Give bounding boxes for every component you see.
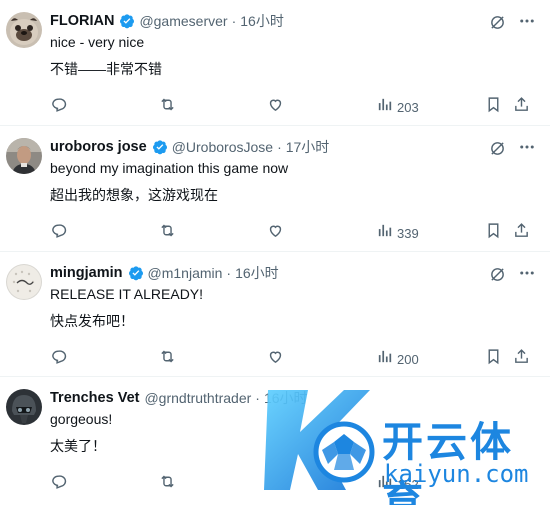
reply-icon (50, 473, 67, 495)
user-handle[interactable]: @UroborosJose (172, 139, 273, 155)
user-handle[interactable]: @m1njamin (148, 265, 223, 281)
tweet-text-translation: 太美了！ (50, 438, 106, 454)
grok-icon[interactable] (489, 266, 506, 283)
separator: · (231, 13, 237, 29)
tweet-header: mingjamin @m1njamin · 16小时 (50, 262, 279, 284)
display-name[interactable]: uroboros jose (50, 139, 147, 155)
bookmark-button[interactable] (485, 346, 502, 372)
like-button[interactable] (267, 94, 284, 120)
tweet-text: nice - very nice (50, 34, 145, 50)
views-icon (376, 96, 393, 118)
reply-button[interactable] (50, 220, 67, 246)
grok-icon[interactable] (489, 14, 506, 31)
retweet-icon (159, 222, 176, 244)
retweet-icon (159, 473, 176, 495)
views-icon (376, 473, 393, 495)
display-name[interactable]: mingjamin (50, 265, 123, 281)
tweet-feed: FLORIAN @gameserver · 16小时 nice - very n… (0, 0, 550, 505)
views-icon (376, 348, 393, 370)
avatar[interactable] (6, 264, 42, 300)
tweet-header: uroboros jose @UroborosJose · 17小时 (50, 136, 329, 158)
views-icon (376, 222, 393, 244)
views-count: 200 (397, 351, 419, 367)
share-icon (513, 348, 530, 370)
separator: · (255, 390, 260, 406)
tweet-text-translation: 快点发布吧！ (50, 313, 134, 329)
display-name[interactable]: Trenches Vet (50, 390, 139, 406)
reply-button[interactable] (50, 346, 67, 372)
views-button[interactable]: 200 (376, 346, 419, 372)
like-icon (267, 348, 284, 370)
timestamp[interactable]: 16小时 (264, 388, 308, 408)
tweet-actions: 203 (0, 94, 550, 120)
avatar[interactable] (6, 389, 42, 425)
like-button[interactable] (267, 220, 284, 246)
share-icon (513, 96, 530, 118)
verified-badge-icon (119, 13, 135, 29)
tweet-text: gorgeous! (50, 411, 113, 427)
like-icon (267, 96, 284, 118)
views-count: 339 (397, 225, 419, 241)
retweet-button[interactable] (159, 220, 176, 246)
views-count: 152 (397, 476, 419, 492)
share-button[interactable] (513, 346, 530, 372)
tweet[interactable]: Trenches Vet @grndtruthtrader · 16小时 gor… (0, 377, 550, 505)
bookmark-button[interactable] (485, 94, 502, 120)
avatar[interactable] (6, 138, 42, 174)
views-button[interactable]: 203 (376, 94, 419, 120)
reply-button[interactable] (50, 471, 67, 497)
retweet-icon (159, 96, 176, 118)
more-options-icon[interactable] (518, 138, 536, 156)
separator: · (226, 265, 232, 281)
tweet[interactable]: FLORIAN @gameserver · 16小时 nice - very n… (0, 0, 550, 126)
display-name[interactable]: FLORIAN (50, 13, 114, 29)
grok-icon[interactable] (489, 140, 506, 157)
tweet-text-translation: 超出我的想象，这游戏现在 (50, 187, 218, 203)
timestamp[interactable]: 16小时 (240, 11, 284, 31)
tweet-header: Trenches Vet @grndtruthtrader · 16小时 (50, 387, 308, 409)
views-count: 203 (397, 99, 419, 115)
timestamp[interactable]: 17小时 (286, 137, 330, 157)
share-button[interactable] (513, 94, 530, 120)
like-button[interactable] (267, 346, 284, 372)
reply-icon (50, 96, 67, 118)
tweet-actions: 152 (0, 471, 550, 497)
reply-icon (50, 222, 67, 244)
bookmark-icon (485, 96, 502, 118)
retweet-button[interactable] (159, 94, 176, 120)
more-options-icon[interactable] (518, 12, 536, 30)
separator: · (277, 139, 282, 155)
timestamp[interactable]: 16小时 (235, 263, 279, 283)
retweet-button[interactable] (159, 471, 176, 497)
tweet-actions: 339 (0, 220, 550, 246)
share-icon (513, 222, 530, 244)
share-button[interactable] (513, 220, 530, 246)
tweet-actions: 200 (0, 346, 550, 372)
user-handle[interactable]: @grndtruthtrader (144, 390, 251, 406)
views-button[interactable]: 152 (376, 471, 419, 497)
tweet[interactable]: uroboros jose @UroborosJose · 17小时 beyon… (0, 126, 550, 252)
bookmark-icon (485, 222, 502, 244)
retweet-button[interactable] (159, 346, 176, 372)
user-handle[interactable]: @gameserver (139, 13, 227, 29)
tweet-text: beyond my imagination this game now (50, 160, 289, 176)
like-icon (267, 222, 284, 244)
tweet[interactable]: mingjamin @m1njamin · 16小时 RELEASE IT AL… (0, 252, 550, 377)
tweet-text-translation: 不错——非常不错 (50, 61, 162, 77)
reply-button[interactable] (50, 94, 67, 120)
views-button[interactable]: 339 (376, 220, 419, 246)
verified-badge-icon (152, 139, 168, 155)
retweet-icon (159, 348, 176, 370)
tweet-text: RELEASE IT ALREADY! (50, 286, 204, 302)
verified-badge-icon (128, 265, 144, 281)
bookmark-icon (485, 348, 502, 370)
avatar[interactable] (6, 12, 42, 48)
reply-icon (50, 348, 67, 370)
tweet-header: FLORIAN @gameserver · 16小时 (50, 10, 284, 32)
more-options-icon[interactable] (518, 264, 536, 282)
bookmark-button[interactable] (485, 220, 502, 246)
